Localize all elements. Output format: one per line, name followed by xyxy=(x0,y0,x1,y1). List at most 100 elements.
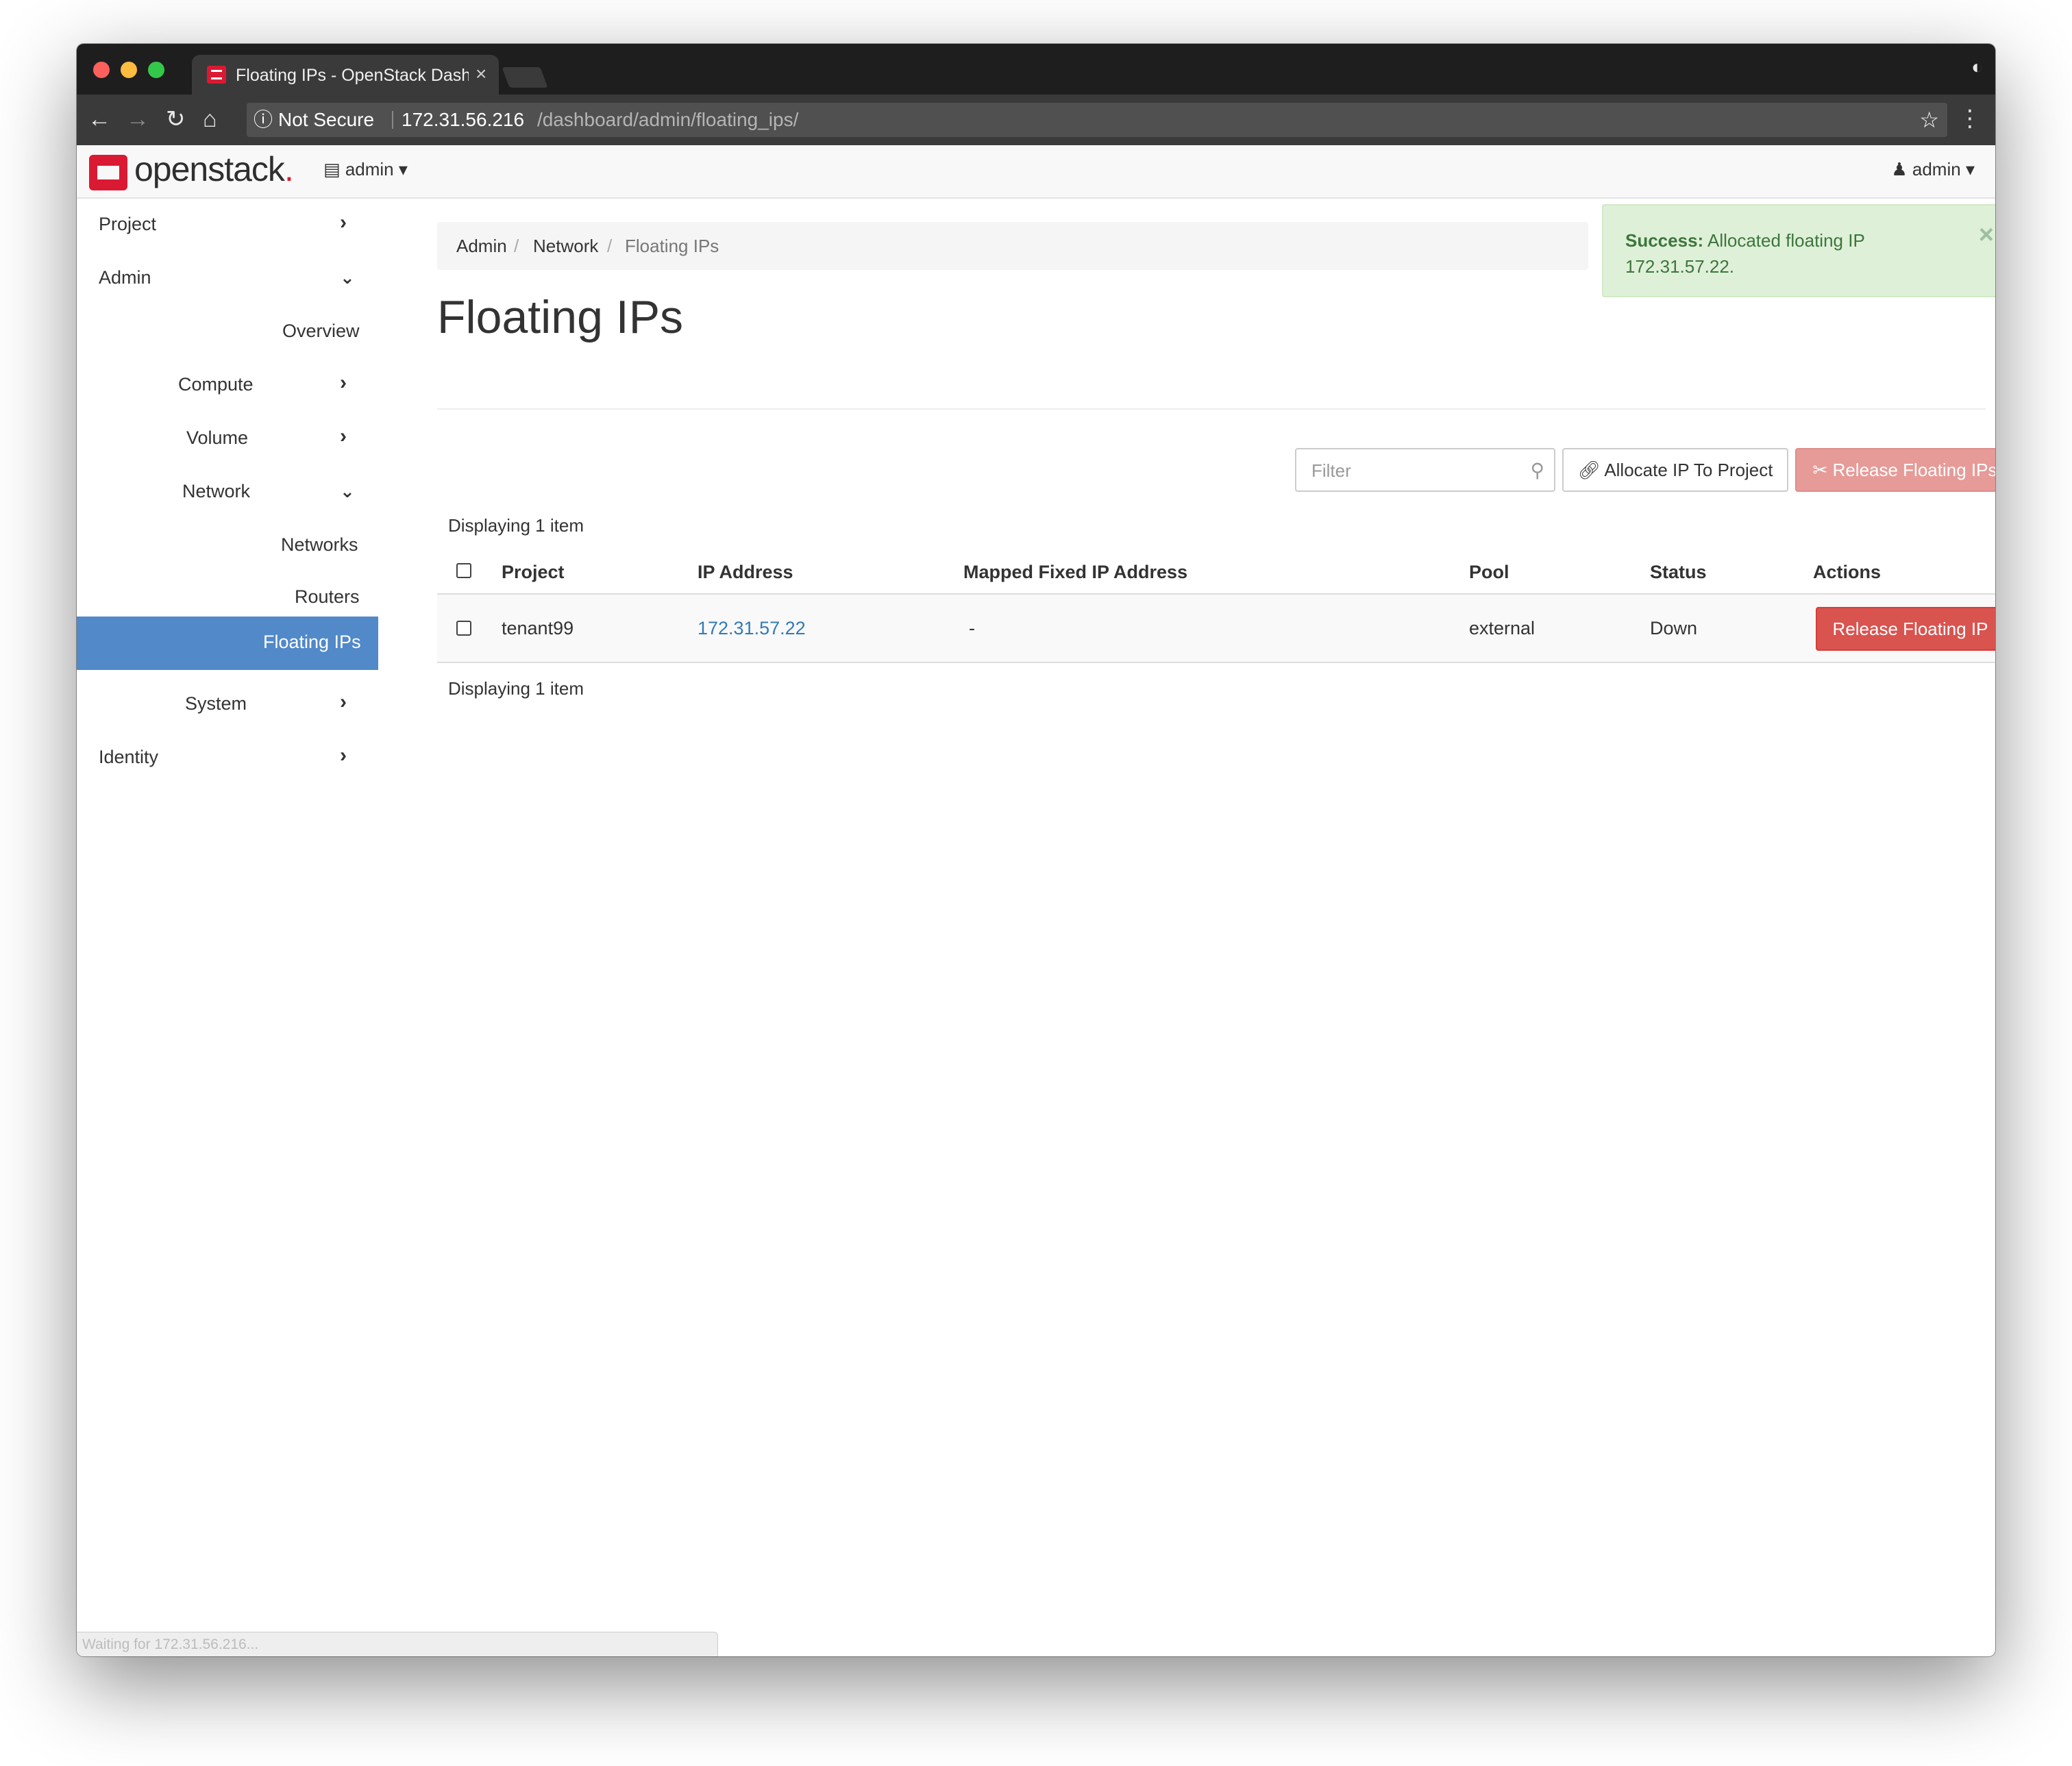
incognito-icon: ◐ xyxy=(1971,56,1983,77)
project-switcher[interactable]: ▤ admin ▾ xyxy=(323,159,408,180)
cell-project: tenant99 xyxy=(502,618,574,638)
url-path: /dashboard/admin/floating_ips/ xyxy=(537,109,799,130)
openstack-logo-icon[interactable] xyxy=(89,155,127,190)
sidebar-item-label: Network xyxy=(182,481,251,501)
server-icon: ▤ xyxy=(323,159,341,179)
page-title: Floating IPs xyxy=(437,291,684,343)
browser-window: Floating IPs - OpenStack Dashboard × ◐ ←… xyxy=(77,44,1995,1656)
table-row: tenant99 172.31.57.22 - external Down Re… xyxy=(437,595,1995,663)
allocate-ip-label: Allocate IP To Project xyxy=(1604,460,1773,480)
breadcrumb: Admin / Network / Floating IPs xyxy=(437,222,1588,270)
release-floating-ip-button[interactable]: Release Floating IP xyxy=(1816,607,1995,651)
sidebar-item-compute[interactable]: Compute › xyxy=(77,359,392,411)
chevron-right-icon: › xyxy=(340,371,347,394)
breadcrumb-floating-ips: Floating IPs xyxy=(625,236,719,256)
chevron-right-icon: › xyxy=(340,211,347,234)
sidebar-item-label: Compute xyxy=(178,374,254,395)
sidebar-item-label: Admin xyxy=(99,267,151,288)
breadcrumb-separator: / xyxy=(607,236,613,256)
main-content: Admin / Network / Floating IPs Success: … xyxy=(400,199,1995,1637)
tab-title: Floating IPs - OpenStack Dashboard xyxy=(236,66,469,85)
user-icon: ♟ xyxy=(1891,159,1908,179)
sidebar-item-label: Networks xyxy=(281,534,358,555)
security-label: Not Secure xyxy=(278,109,375,130)
reload-icon[interactable]: ↻ xyxy=(166,104,186,134)
display-count-bottom: Displaying 1 item xyxy=(448,678,584,699)
sidebar-item-networks[interactable]: Networks xyxy=(77,519,392,571)
column-header-mapped-fixed-ip[interactable]: Mapped Fixed IP Address xyxy=(963,562,1187,583)
sidebar-item-label: Routers xyxy=(295,586,360,607)
release-floating-ips-label: Release Floating IPs xyxy=(1832,460,1995,480)
breadcrumb-admin[interactable]: Admin xyxy=(456,222,507,270)
tab-close-icon[interactable]: × xyxy=(476,63,486,85)
search-icon[interactable]: ⚲ xyxy=(1530,459,1544,482)
breadcrumb-network[interactable]: Network xyxy=(533,222,598,270)
project-switcher-label: admin xyxy=(345,159,394,179)
chevron-right-icon: › xyxy=(340,744,347,767)
sidebar-item-label: Project xyxy=(99,214,157,234)
release-floating-ips-button[interactable]: ✂ Release Floating IPs xyxy=(1795,448,1995,492)
alert-message: Success: Allocated floating IP 172.31.57… xyxy=(1625,230,1865,277)
column-header-status[interactable]: Status xyxy=(1650,562,1707,583)
url-host: 172.31.56.216 xyxy=(402,109,525,130)
close-window-button[interactable] xyxy=(93,62,110,78)
browser-menu-icon[interactable]: ⋮ xyxy=(1958,101,1982,136)
sidebar: Project › Admin ⌄ Overview Compute › Vol… xyxy=(77,199,392,815)
cell-status: Down xyxy=(1650,618,1698,638)
table-header: Project IP Address Mapped Fixed IP Addre… xyxy=(437,549,1995,595)
back-arrow-icon[interactable]: ← xyxy=(88,104,111,134)
sidebar-item-label: System xyxy=(185,693,247,714)
user-menu[interactable]: ♟ admin ▾ xyxy=(1891,159,1975,180)
minimize-window-button[interactable] xyxy=(121,62,137,78)
breadcrumb-separator: / xyxy=(514,236,519,256)
tab-strip: Floating IPs - OpenStack Dashboard × ◐ xyxy=(77,44,1995,95)
browser-tab[interactable]: Floating IPs - OpenStack Dashboard × xyxy=(192,55,499,95)
sidebar-item-volume[interactable]: Volume › xyxy=(77,412,392,464)
chevron-down-icon: ⌄ xyxy=(340,481,355,501)
sidebar-item-routers[interactable]: Routers xyxy=(77,571,392,623)
success-alert: Success: Allocated floating IP 172.31.57… xyxy=(1602,204,1995,297)
user-menu-label: admin xyxy=(1912,159,1961,179)
url-separator xyxy=(392,111,393,129)
sidebar-item-identity[interactable]: Identity › xyxy=(77,732,392,784)
sidebar-item-floating-ips[interactable]: Floating IPs xyxy=(77,617,378,670)
caret-down-icon: ▾ xyxy=(1965,159,1975,179)
browser-status-bar: Waiting for 172.31.56.216... xyxy=(77,1632,718,1656)
chevron-right-icon: › xyxy=(340,691,347,713)
bookmark-star-icon[interactable]: ☆ xyxy=(1919,103,1939,137)
address-bar[interactable]: ⓘ Not Secure 172.31.56.216 /dashboard/ad… xyxy=(247,103,1947,137)
alert-close-icon[interactable]: × xyxy=(1979,222,1994,248)
browser-toolbar: ← → ↻ ⌂ ⓘ Not Secure 172.31.56.216 /dash… xyxy=(77,95,1995,145)
column-header-pool[interactable]: Pool xyxy=(1469,562,1509,583)
openstack-favicon-icon xyxy=(207,66,226,84)
openstack-logo-text[interactable]: openstack. xyxy=(134,149,294,189)
column-header-ip-address[interactable]: IP Address xyxy=(698,562,793,583)
sidebar-item-system[interactable]: System › xyxy=(77,678,392,730)
new-tab-button[interactable] xyxy=(502,67,548,88)
select-all-checkbox[interactable] xyxy=(456,563,471,578)
link-icon: 🔗︎ xyxy=(1577,460,1601,480)
app-navbar: openstack. ▤ admin ▾ ♟ admin ▾ xyxy=(77,145,1995,199)
caret-down-icon: ▾ xyxy=(398,159,408,179)
sidebar-item-label: Floating IPs xyxy=(263,632,361,652)
forward-arrow-icon[interactable]: → xyxy=(126,104,149,134)
chevron-right-icon: › xyxy=(340,425,347,447)
cell-ip-address-link[interactable]: 172.31.57.22 xyxy=(698,618,806,639)
sidebar-item-project[interactable]: Project › xyxy=(77,199,392,251)
column-header-actions: Actions xyxy=(1813,562,1882,582)
sidebar-item-label: Identity xyxy=(99,747,159,767)
sidebar-item-admin[interactable]: Admin ⌄ xyxy=(77,252,392,304)
zoom-window-button[interactable] xyxy=(148,62,164,78)
cell-mapped-fixed-ip: - xyxy=(969,618,975,638)
row-select-checkbox[interactable] xyxy=(456,621,471,636)
sidebar-item-overview[interactable]: Overview xyxy=(77,306,392,358)
filter-input[interactable] xyxy=(1296,449,1532,492)
info-icon[interactable]: ⓘ xyxy=(254,103,273,137)
unlink-icon: ✂ xyxy=(1812,460,1828,480)
sidebar-item-label: Volume xyxy=(186,427,249,448)
home-icon[interactable]: ⌂ xyxy=(203,104,217,134)
column-header-project[interactable]: Project xyxy=(502,562,565,583)
allocate-ip-button[interactable]: 🔗︎ Allocate IP To Project xyxy=(1562,448,1788,492)
sidebar-item-network[interactable]: Network ⌄ xyxy=(77,466,392,518)
cell-pool: external xyxy=(1469,618,1536,638)
